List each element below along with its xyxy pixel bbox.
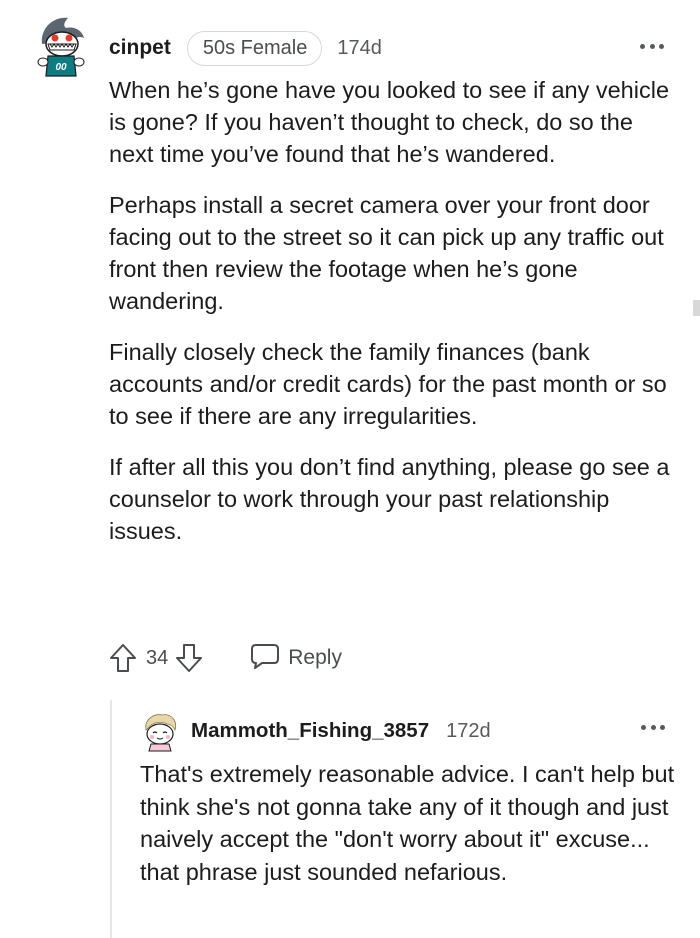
more-dot (641, 724, 646, 730)
reply-button[interactable]: Reply (250, 642, 342, 675)
comment-paragraph: Finally closely check the family finance… (109, 339, 667, 429)
more-dot (659, 43, 664, 49)
snoo-avatar-icon[interactable] (140, 712, 180, 752)
thread-line[interactable] (110, 700, 112, 938)
upvote-arrow-icon[interactable] (108, 641, 138, 675)
comment-paragraph: If after all this you don’t find anythin… (109, 454, 670, 544)
comment-actions: 34 Reply (108, 639, 342, 677)
user-flair-badge: 50s Female (186, 30, 323, 66)
more-dot (650, 724, 656, 730)
reply-age: 172d (446, 719, 491, 742)
reply-label: Reply (288, 646, 342, 669)
downvote-arrow-icon[interactable] (174, 641, 204, 675)
more-options-icon[interactable] (640, 40, 664, 52)
comment-body: When he’s gone have you looked to see if… (109, 74, 679, 566)
reply-text: That's extremely reasonable advice. I ca… (140, 761, 675, 885)
more-dot (660, 724, 665, 730)
comment-username[interactable]: cinpet (109, 36, 171, 60)
reply-body: That's extremely reasonable advice. I ca… (140, 758, 680, 888)
comment-age: 174d (337, 36, 382, 59)
reply-bubble-icon (250, 642, 280, 675)
comment-header: cinpet 50s Female 174d (109, 30, 382, 66)
shark-snoo-avatar-icon[interactable]: 00 (34, 14, 88, 80)
reply-header: Mammoth_Fishing_3857 172d (191, 714, 491, 748)
comment-paragraph: When he’s gone have you looked to see if… (109, 77, 670, 167)
vote-score: 34 (146, 646, 169, 669)
reply-username[interactable]: Mammoth_Fishing_3857 (191, 719, 429, 743)
more-options-icon[interactable] (641, 721, 665, 733)
scrollbar-thumb[interactable] (693, 300, 700, 316)
more-dot (649, 43, 655, 49)
comment-paragraph: Perhaps install a secret camera over you… (109, 192, 664, 314)
more-dot (640, 43, 645, 49)
comment-thread: 00 cinpet 50s Female 174d When he’s gone… (0, 0, 700, 938)
svg-text:00: 00 (55, 62, 67, 73)
